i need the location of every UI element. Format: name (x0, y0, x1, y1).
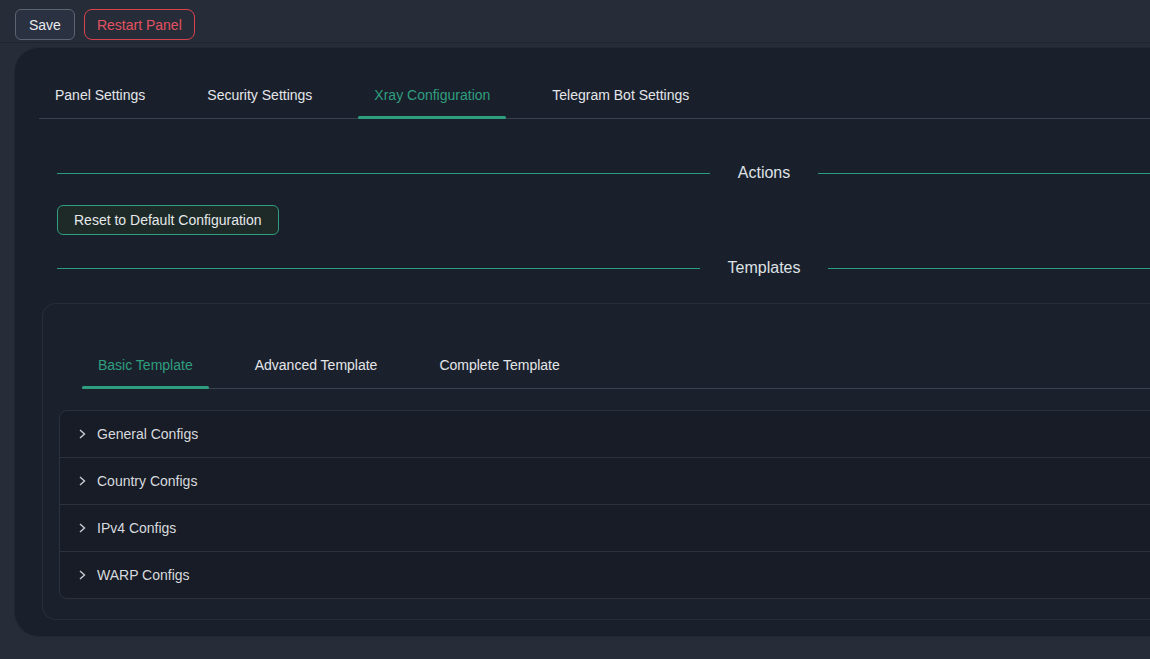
tab-basic-template[interactable]: Basic Template (82, 342, 209, 388)
tab-panel-settings[interactable]: Panel Settings (39, 72, 161, 118)
collapse-item-country-configs[interactable]: Country Configs (60, 458, 1150, 505)
collapse-item-label: IPv4 Configs (97, 520, 176, 536)
tab-telegram-bot-settings[interactable]: Telegram Bot Settings (536, 72, 705, 118)
chevron-right-icon (76, 569, 88, 581)
chevron-right-icon (76, 522, 88, 534)
collapse-item-ipv4-configs[interactable]: IPv4 Configs (60, 505, 1150, 552)
chevron-right-icon (76, 475, 88, 487)
tab-complete-template[interactable]: Complete Template (423, 342, 575, 388)
reset-default-configuration-button[interactable]: Reset to Default Configuration (57, 205, 279, 235)
settings-card: Panel Settings Security Settings Xray Co… (14, 47, 1150, 637)
template-tabs: Basic Template Advanced Template Complet… (82, 342, 1150, 389)
actions-divider: Actions (57, 162, 1150, 184)
collapse-item-label: General Configs (97, 426, 198, 442)
actions-divider-label: Actions (710, 162, 818, 184)
save-button[interactable]: Save (15, 9, 75, 40)
chevron-right-icon (76, 428, 88, 440)
restart-panel-button[interactable]: Restart Panel (84, 9, 195, 40)
tab-advanced-template[interactable]: Advanced Template (239, 342, 394, 388)
templates-card: Basic Template Advanced Template Complet… (42, 303, 1150, 620)
collapse-item-warp-configs[interactable]: WARP Configs (60, 552, 1150, 598)
tab-security-settings[interactable]: Security Settings (191, 72, 328, 118)
tab-xray-configuration[interactable]: Xray Configuration (358, 72, 506, 118)
templates-divider-label: Templates (700, 257, 829, 279)
collapse-item-label: Country Configs (97, 473, 197, 489)
xray-configuration-pane: Actions Reset to Default Configuration T… (39, 162, 1150, 620)
settings-tabs: Panel Settings Security Settings Xray Co… (39, 72, 1150, 119)
collapse-item-label: WARP Configs (97, 567, 190, 583)
templates-divider: Templates (57, 257, 1150, 279)
template-config-collapse: General Configs Country Configs IPv4 Con… (59, 410, 1150, 599)
collapse-item-general-configs[interactable]: General Configs (60, 411, 1150, 458)
top-toolbar: Save Restart Panel (0, 0, 1150, 43)
